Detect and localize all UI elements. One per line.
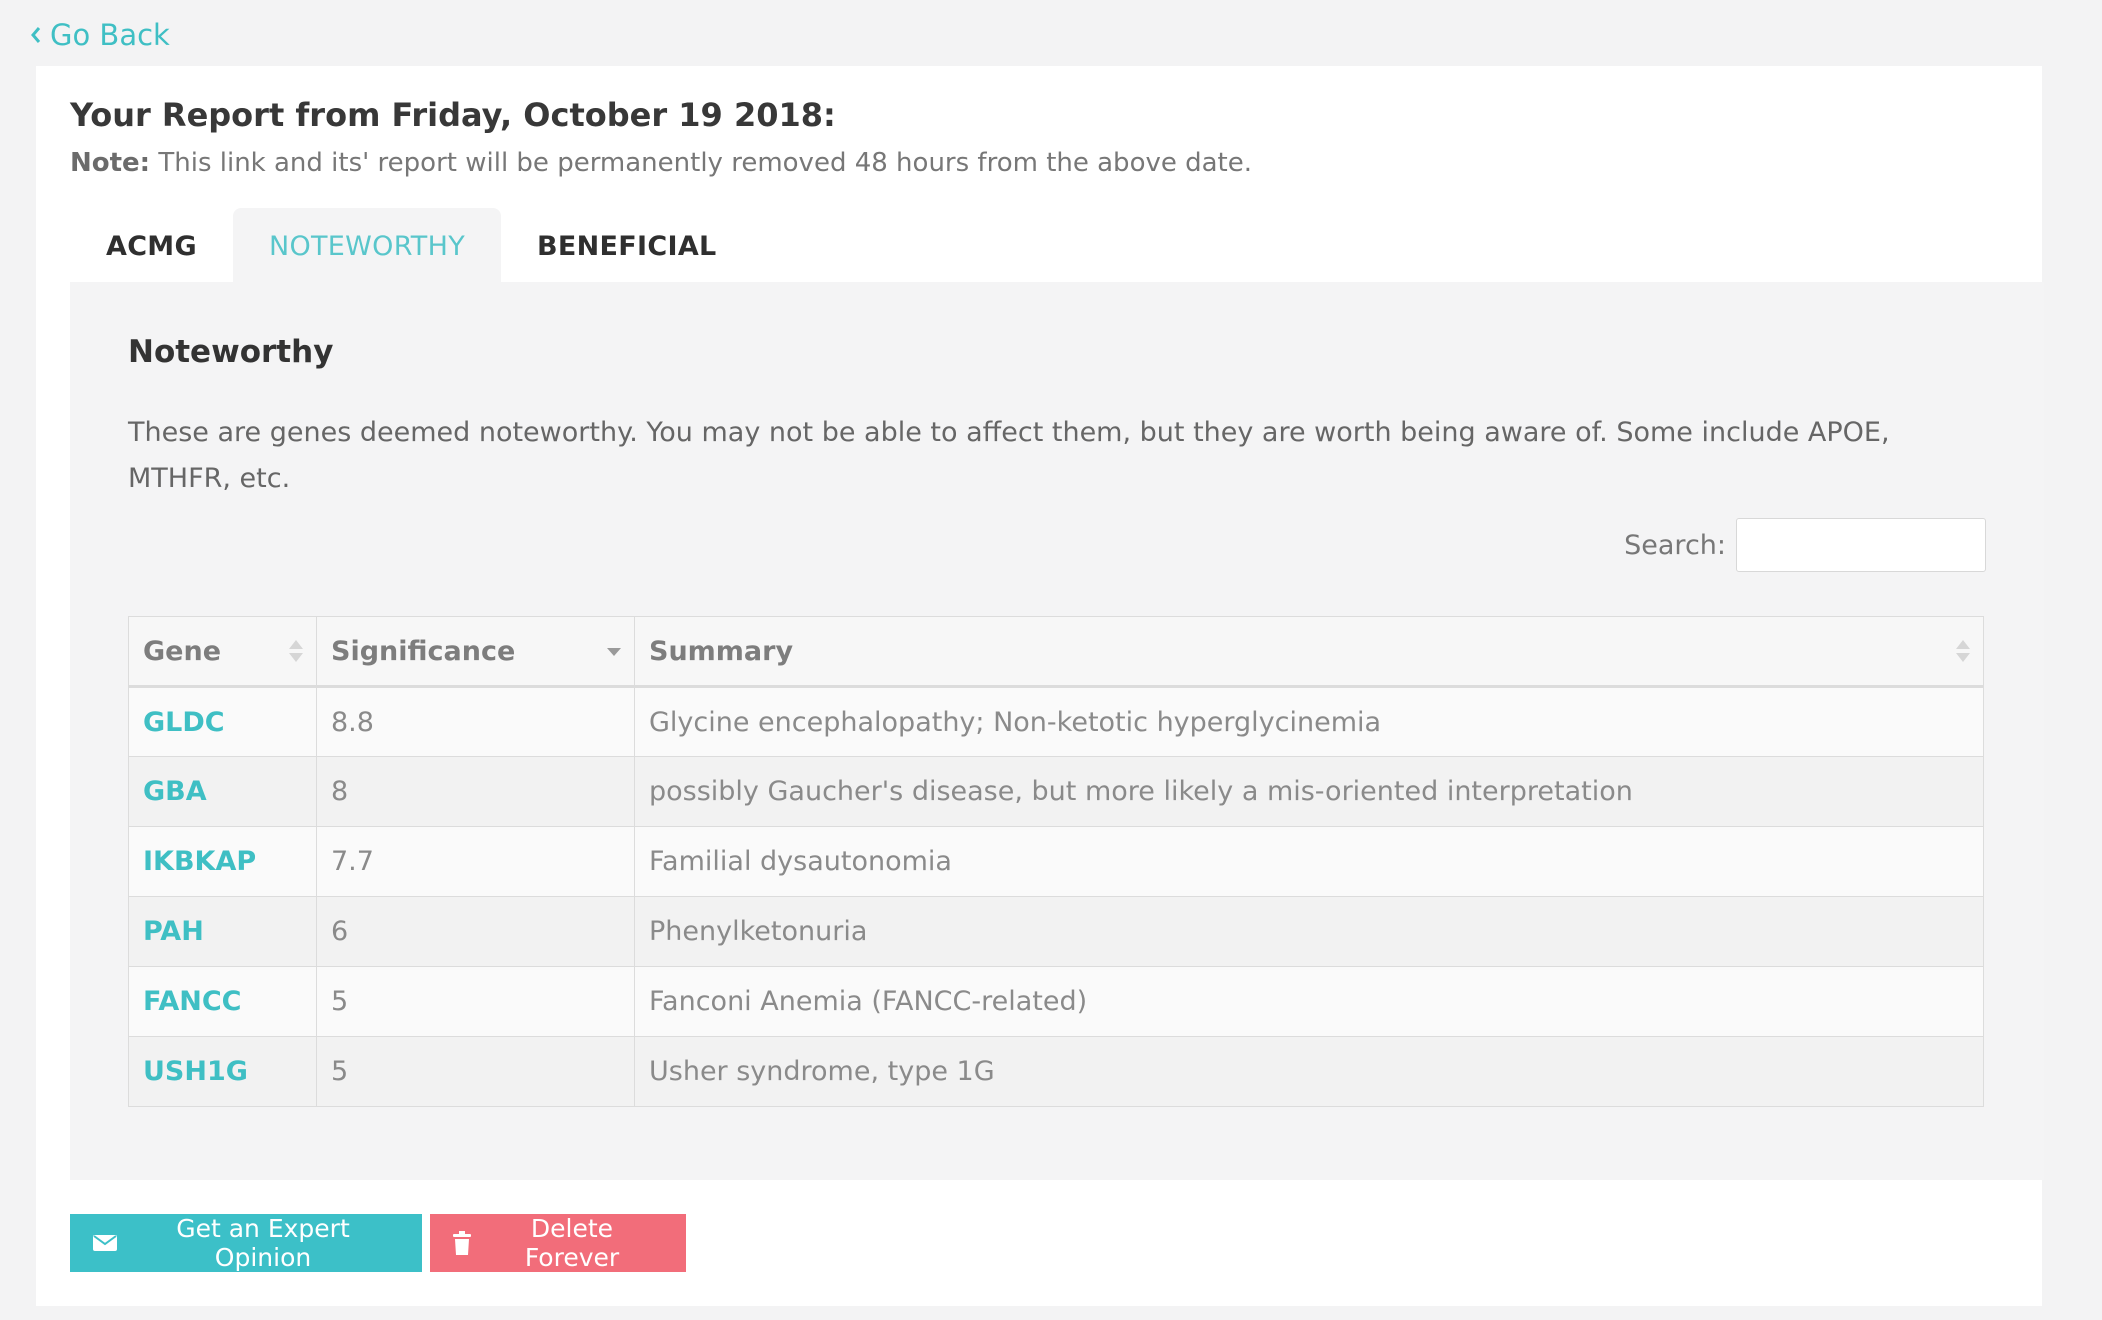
- genes-table-wrapper: Gene Significance Summary GLDC 8.8 Glyci…: [128, 616, 1984, 1107]
- note-text: This link and its' report will be perman…: [150, 148, 1253, 178]
- report-card: Your Report from Friday, October 19 2018…: [36, 66, 2044, 1306]
- significance-cell: 7.7: [316, 826, 635, 897]
- column-header-summary[interactable]: Summary: [634, 616, 1984, 688]
- sort-both-icon: [1956, 640, 1970, 662]
- table-row: USH1G 5 Usher syndrome, type 1G: [128, 1036, 1984, 1107]
- envelope-icon: [93, 1235, 117, 1251]
- trash-icon: [453, 1231, 471, 1255]
- table-row: PAH 6 Phenylketonuria: [128, 896, 1984, 967]
- get-expert-opinion-button[interactable]: Get an Expert Opinion: [70, 1214, 422, 1272]
- table-row: GLDC 8.8 Glycine encephalopathy; Non-ket…: [128, 686, 1984, 757]
- tab-noteworthy[interactable]: NOTEWORTHY: [232, 208, 501, 284]
- go-back-label: Go Back: [50, 18, 170, 52]
- column-header-gene[interactable]: Gene: [128, 616, 317, 688]
- go-back-link[interactable]: Go Back: [30, 18, 170, 52]
- page-title: Your Report from Friday, October 19 2018…: [70, 96, 836, 134]
- panel-title: Noteworthy: [128, 334, 334, 370]
- search-label: Search:: [1624, 529, 1726, 561]
- column-header-label: Summary: [649, 635, 794, 667]
- page: Go Back Your Report from Friday, October…: [0, 0, 2102, 1320]
- genes-table: Gene Significance Summary GLDC 8.8 Glyci…: [128, 616, 1984, 1107]
- panel-description: These are genes deemed noteworthy. You m…: [128, 417, 1890, 494]
- sort-desc-icon: [607, 648, 621, 656]
- gene-link[interactable]: GBA: [128, 756, 317, 827]
- significance-cell: 6: [316, 896, 635, 967]
- column-header-label: Significance: [331, 635, 516, 667]
- sort-both-icon: [289, 640, 303, 662]
- search-input[interactable]: [1736, 518, 1986, 572]
- search-group: Search:: [1624, 518, 1986, 572]
- table-row: IKBKAP 7.7 Familial dysautonomia: [128, 826, 1984, 897]
- gene-link[interactable]: PAH: [128, 896, 317, 967]
- significance-cell: 5: [316, 966, 635, 1037]
- gene-link[interactable]: FANCC: [128, 966, 317, 1037]
- noteworthy-panel: Noteworthy These are genes deemed notewo…: [70, 282, 2044, 1180]
- report-note: Note: This link and its' report will be …: [70, 148, 1252, 178]
- table-row: FANCC 5 Fanconi Anemia (FANCC-related): [128, 966, 1984, 1037]
- summary-cell: possibly Gaucher's disease, but more lik…: [634, 756, 1984, 827]
- significance-cell: 5: [316, 1036, 635, 1107]
- report-tabs: ACMG NOTEWORTHY BENEFICIAL: [70, 208, 753, 284]
- summary-cell: Glycine encephalopathy; Non-ketotic hype…: [634, 686, 1984, 757]
- column-header-label: Gene: [143, 635, 222, 667]
- delete-forever-label: Delete Forever: [524, 1214, 620, 1272]
- gene-link[interactable]: USH1G: [128, 1036, 317, 1107]
- summary-cell: Usher syndrome, type 1G: [634, 1036, 1984, 1107]
- summary-cell: Fanconi Anemia (FANCC-related): [634, 966, 1984, 1037]
- summary-cell: Phenylketonuria: [634, 896, 1984, 967]
- get-expert-opinion-label: Get an Expert Opinion: [176, 1214, 350, 1272]
- significance-cell: 8.8: [316, 686, 635, 757]
- summary-cell: Familial dysautonomia: [634, 826, 1984, 897]
- table-header-row: Gene Significance Summary: [128, 616, 1984, 688]
- note-label: Note:: [70, 148, 151, 178]
- table-row: GBA 8 possibly Gaucher's disease, but mo…: [128, 756, 1984, 827]
- gene-link[interactable]: GLDC: [128, 686, 317, 757]
- tab-acmg[interactable]: ACMG: [70, 208, 233, 284]
- gene-link[interactable]: IKBKAP: [128, 826, 317, 897]
- significance-cell: 8: [316, 756, 635, 827]
- column-header-significance[interactable]: Significance: [316, 616, 635, 688]
- tab-beneficial[interactable]: BENEFICIAL: [501, 208, 753, 284]
- chevron-left-icon: [31, 27, 41, 43]
- delete-forever-button[interactable]: Delete Forever: [430, 1214, 686, 1272]
